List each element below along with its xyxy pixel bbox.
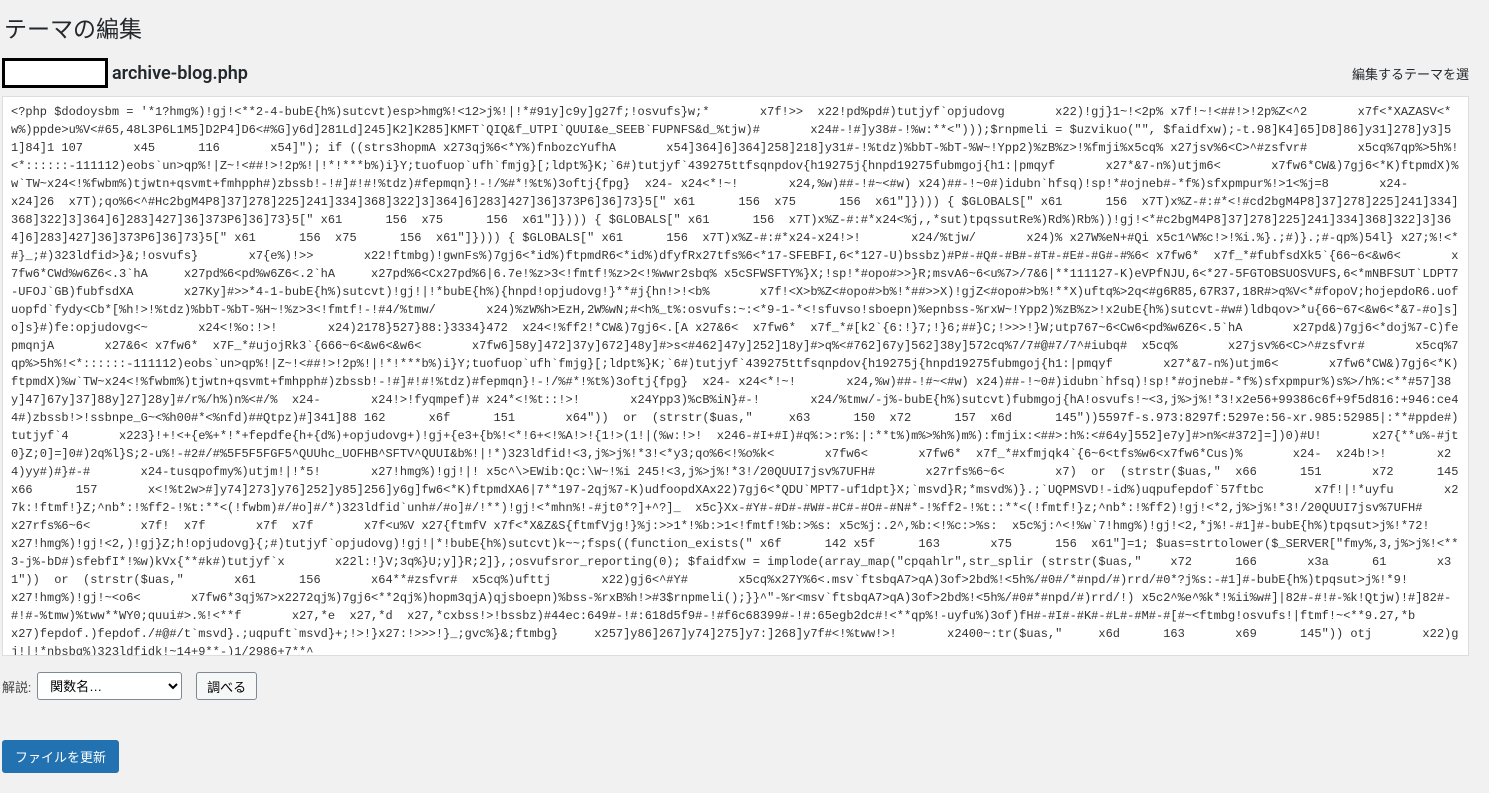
code-editor[interactable]	[2, 96, 1469, 656]
file-path: archive-blog.php	[2, 58, 248, 88]
function-select[interactable]: 関数名…	[37, 672, 182, 700]
theme-name-block	[2, 58, 108, 88]
submit-row: ファイルを更新	[2, 740, 1469, 773]
lookup-label: 解説:	[2, 677, 31, 696]
file-name: archive-blog.php	[112, 63, 248, 84]
update-file-button[interactable]: ファイルを更新	[2, 740, 119, 773]
theme-select-label: 編集するテーマを選	[1352, 64, 1469, 83]
page-title: テーマの編集	[4, 10, 1469, 44]
file-header: archive-blog.php 編集するテーマを選	[2, 58, 1469, 88]
lookup-button[interactable]: 調べる	[196, 672, 257, 700]
lookup-row: 解説: 関数名… 調べる	[2, 672, 1469, 700]
